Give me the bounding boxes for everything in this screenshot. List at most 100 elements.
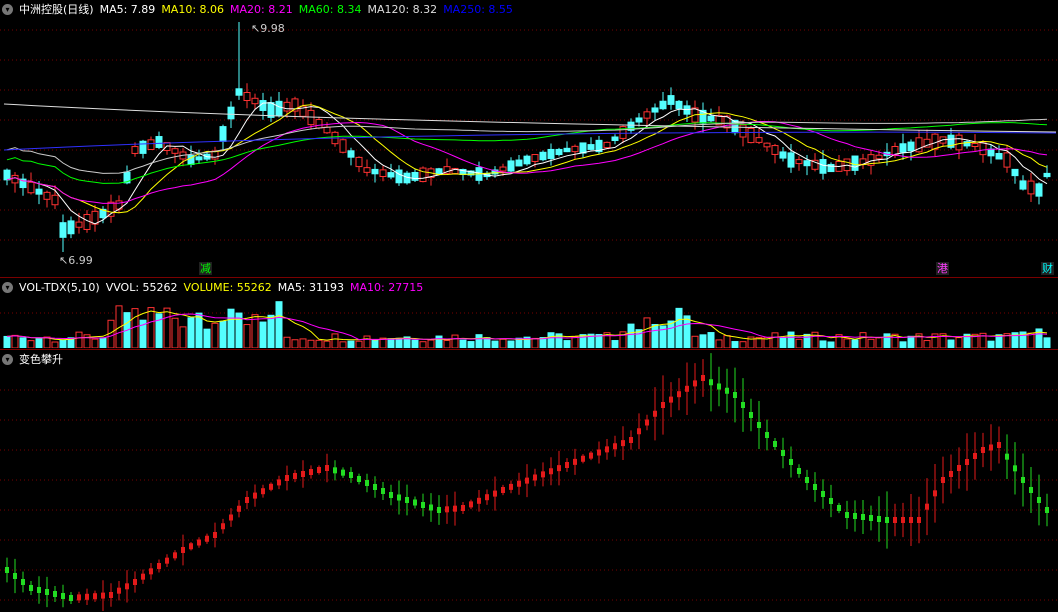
volume-legend: VVOL: 55262 VOLUME: 55262 MA5: 31193 MA10: …	[106, 281, 424, 294]
volume-bar	[435, 335, 443, 348]
indicator-bar	[293, 473, 297, 479]
indicator-bar	[741, 402, 745, 408]
event-tag-gang[interactable]: 港	[936, 262, 949, 275]
volume-bar	[907, 335, 915, 348]
indicator-bar	[821, 491, 825, 497]
indicator-bar	[749, 412, 753, 418]
indicator-bar	[29, 585, 33, 591]
volume-panel[interactable]: ▾ VOL-TDX(5,10) VVOL: 55262 VOLUME: 55262…	[0, 278, 1058, 348]
candle-body	[11, 174, 19, 184]
volume-bar	[347, 340, 355, 348]
high-price-label: ↖9.98	[251, 22, 285, 35]
indicator-bar	[413, 499, 417, 506]
indicator-chart[interactable]	[0, 350, 1058, 612]
volume-ma5-line	[6, 310, 1048, 341]
indicator-bar	[773, 441, 777, 447]
indicator-bar	[173, 552, 177, 559]
indicator-bar	[277, 479, 281, 486]
candle-body	[1003, 152, 1011, 168]
volume-bar	[331, 333, 339, 348]
candle-body	[987, 148, 995, 157]
indicator-bar	[261, 488, 265, 495]
volume-bar	[715, 339, 723, 348]
indicator-bar	[341, 469, 345, 476]
indicator-bar	[517, 480, 521, 487]
candle-body	[555, 148, 563, 156]
indicator-bar	[813, 484, 817, 490]
candle-body	[155, 136, 163, 148]
panel-menu-icon[interactable]: ▾	[2, 3, 13, 15]
candle-body	[59, 222, 67, 238]
volume-bar	[731, 341, 739, 348]
indicator-bar	[493, 490, 497, 497]
indicator-bar	[853, 513, 857, 519]
volume-bar	[643, 317, 651, 348]
indicator-bar	[581, 455, 585, 462]
indicator-bar	[965, 459, 969, 465]
indicator-bar	[645, 419, 649, 426]
volume-bar	[547, 332, 555, 348]
candle-body	[795, 159, 803, 165]
ma-legend: MA5: 7.89 MA10: 8.06 MA20: 8.21 MA60: 8.34 M…	[100, 3, 513, 16]
indicator-bar	[845, 512, 849, 518]
volume-bar	[987, 340, 995, 348]
indicator-bar	[685, 385, 689, 392]
event-tag-jian[interactable]: 减	[199, 262, 212, 275]
volume-bar	[691, 335, 699, 348]
indicator-panel[interactable]: ▾ 变色攀升	[0, 350, 1058, 612]
candle-body	[643, 111, 651, 119]
candle-body	[571, 145, 579, 153]
indicator-bar	[205, 535, 209, 542]
volume-bar	[443, 339, 451, 348]
candle-body	[851, 155, 859, 171]
candle-body	[307, 109, 315, 126]
indicator-bar	[157, 563, 161, 569]
indicator-bar	[717, 383, 721, 390]
candle-body	[283, 101, 291, 112]
indicator-bar	[149, 568, 153, 575]
panel-menu-icon[interactable]: ▾	[2, 353, 13, 365]
candle-body	[675, 100, 683, 110]
candle-body	[651, 107, 659, 113]
candle-body	[171, 148, 179, 154]
indicator-bar	[797, 468, 801, 474]
indicator-bar	[621, 440, 625, 447]
indicator-bar	[613, 443, 617, 450]
indicator-bar	[165, 557, 169, 564]
volume-bar	[339, 341, 347, 348]
candle-body	[43, 191, 51, 200]
indicator-bar	[461, 505, 465, 511]
volume-bar	[267, 314, 275, 348]
indicator-bar	[533, 474, 537, 481]
volume-bar	[531, 337, 539, 348]
indicator-bar	[405, 497, 409, 503]
candlestick-chart[interactable]	[0, 0, 1058, 278]
indicator-bar	[77, 594, 81, 601]
candle-body	[971, 142, 979, 148]
volume-bar	[803, 333, 811, 348]
volume-bar	[427, 339, 435, 348]
ma-legend-item-3: MA60: 8.34	[298, 2, 362, 16]
indicator-bar	[877, 516, 881, 522]
indicator-bar	[53, 591, 57, 597]
volume-bar	[75, 331, 83, 348]
volume-bar	[371, 339, 379, 348]
candle-body	[75, 221, 83, 228]
candle-body	[747, 127, 755, 144]
candle-body	[667, 95, 675, 105]
candle-body	[707, 115, 715, 122]
indicator-bar	[789, 459, 793, 465]
volume-bar	[91, 338, 99, 348]
low-price-label: ↖6.99	[59, 254, 93, 267]
event-tag-cai[interactable]: 财	[1041, 262, 1054, 275]
stock-title: 中洲控股(日线)	[19, 3, 94, 16]
volume-bar	[467, 341, 475, 348]
indicator-bar	[693, 380, 697, 387]
volume-bar	[315, 339, 323, 348]
panel-menu-icon[interactable]: ▾	[2, 281, 13, 293]
candle-body	[275, 100, 283, 116]
candle-body	[3, 169, 11, 181]
price-panel[interactable]: ▾ 中洲控股(日线) MA5: 7.89 MA10: 8.06 MA20: 8.21…	[0, 0, 1058, 278]
candle-body	[219, 126, 227, 142]
candle-body	[907, 141, 915, 152]
